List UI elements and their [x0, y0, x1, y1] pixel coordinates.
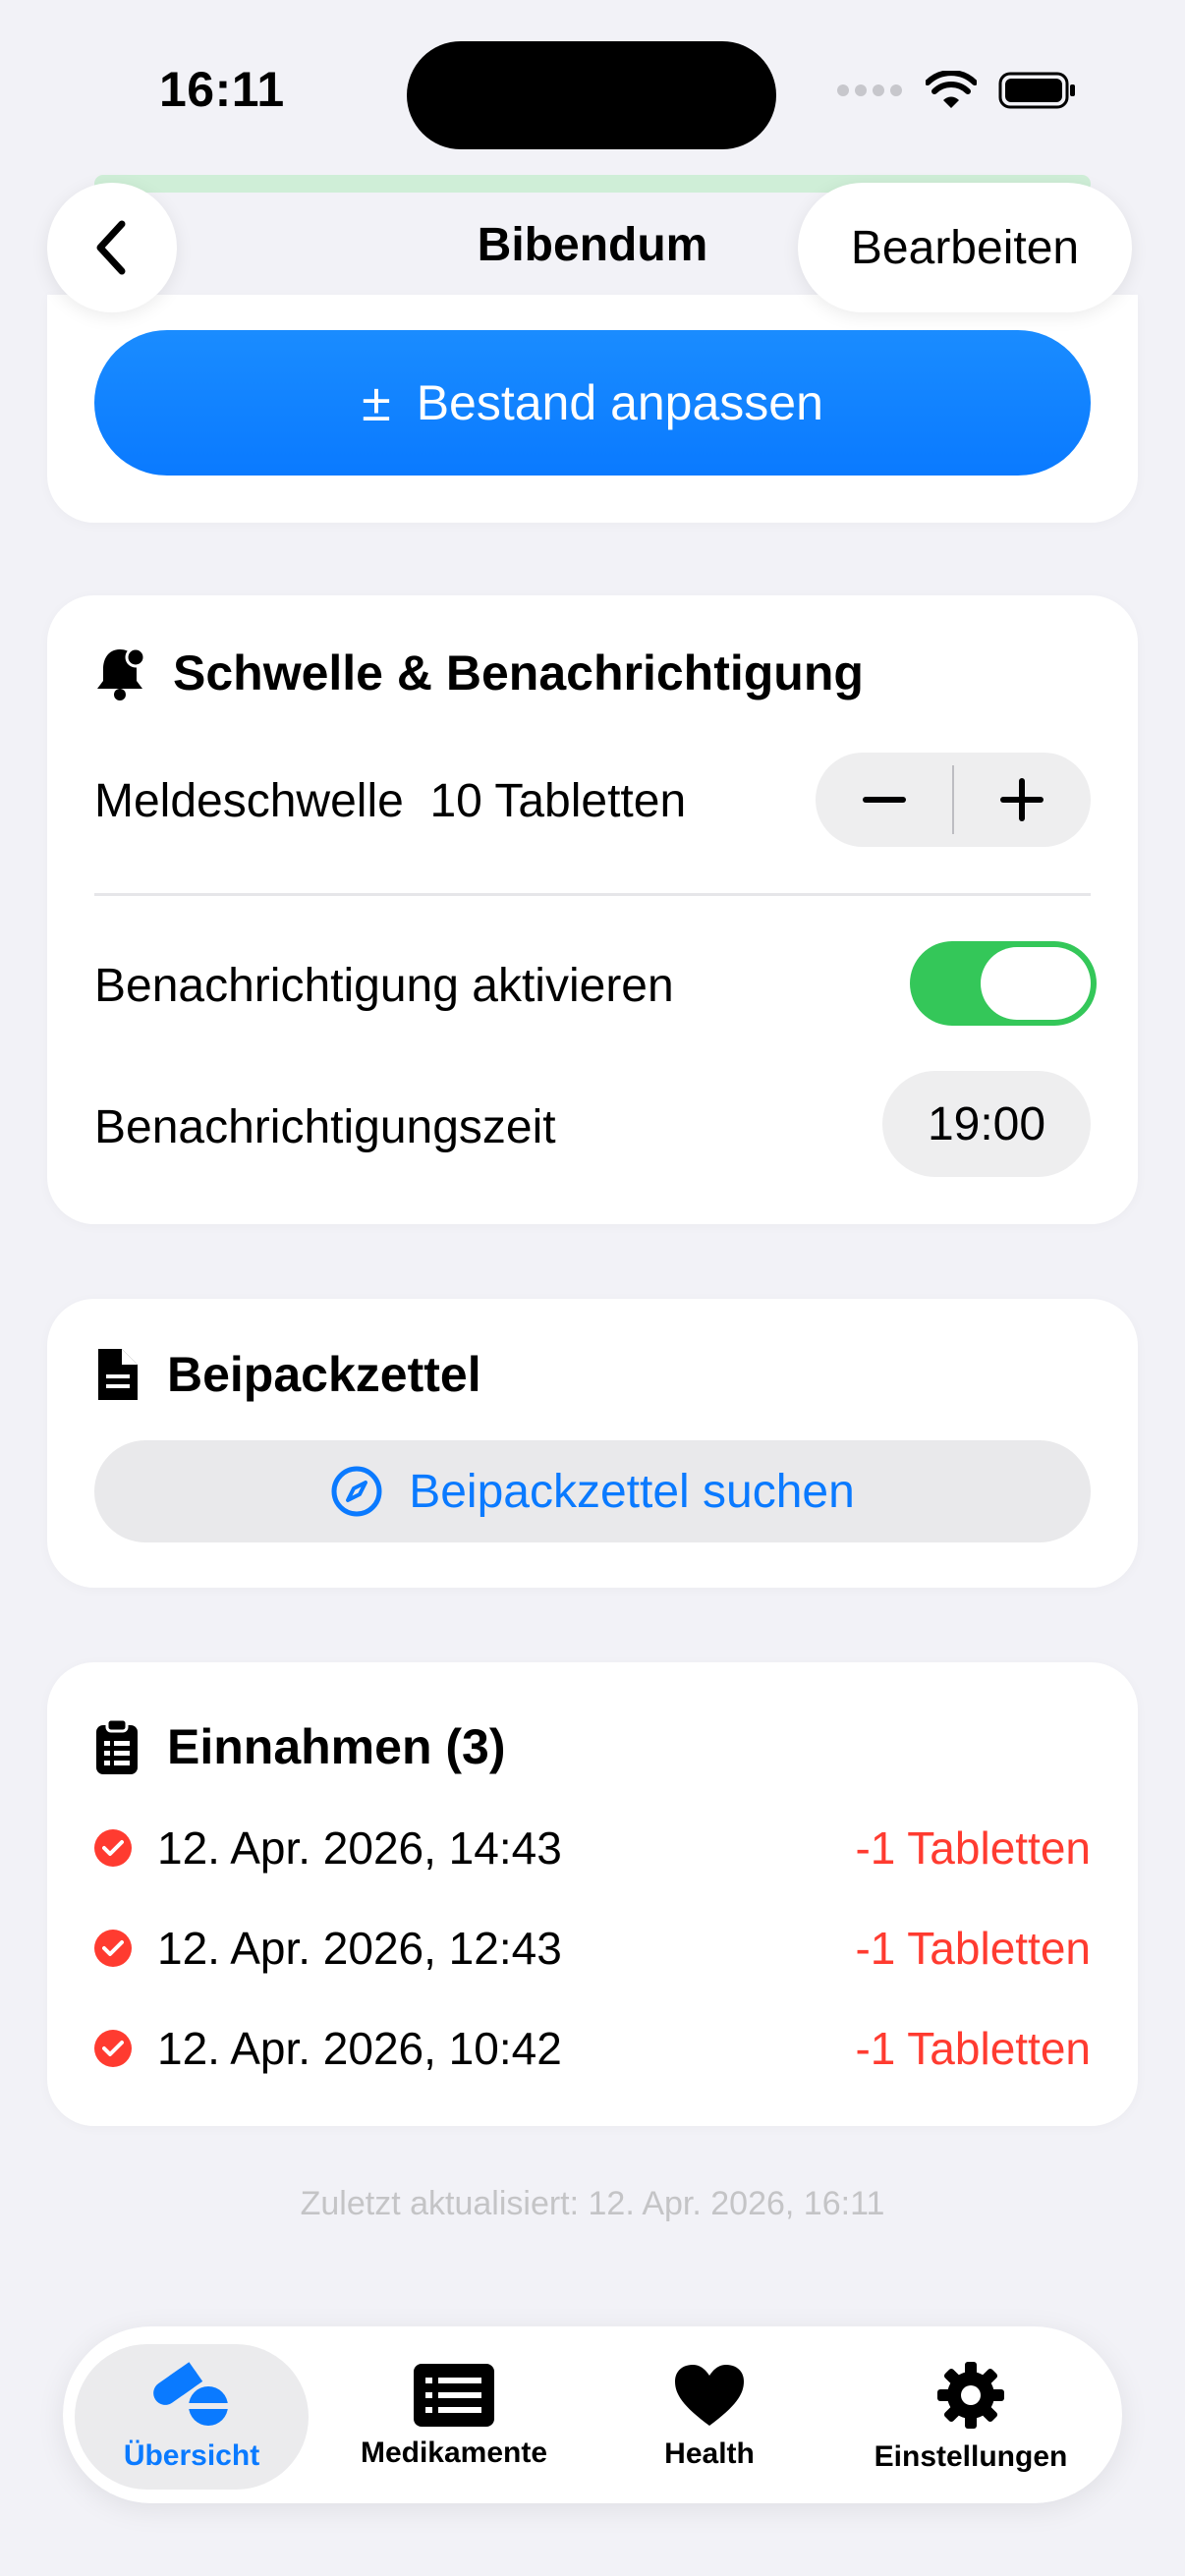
tab-health[interactable]: Health — [613, 2344, 806, 2490]
notify-time-label: Benachrichtigungszeit — [94, 1101, 556, 1153]
pills-icon — [153, 2362, 230, 2426]
intakes-section-title: Einnahmen (3) — [94, 1717, 505, 1776]
tab-overview[interactable]: Übersicht — [75, 2344, 309, 2490]
search-leaflet-label: Beipackzettel suchen — [409, 1465, 855, 1518]
minus-icon — [862, 797, 906, 803]
clipboard-icon — [96, 1717, 138, 1774]
intake-date: 12. Apr. 2026, 14:43 — [157, 1822, 562, 1874]
battery-icon — [998, 72, 1075, 109]
compass-icon — [331, 1466, 382, 1517]
threshold-value: 10 Tabletten — [429, 775, 687, 827]
threshold-label: Meldeschwelle — [94, 775, 404, 827]
search-leaflet-button[interactable]: Beipackzettel suchen — [94, 1440, 1091, 1542]
tab-health-label: Health — [664, 2437, 755, 2470]
intake-row: 12. Apr. 2026, 14:43 -1 Tabletten — [94, 1814, 1091, 1882]
notify-time-picker[interactable]: 19:00 — [882, 1071, 1091, 1177]
wifi-icon — [926, 71, 977, 108]
intake-amount: -1 Tabletten — [855, 1822, 1091, 1874]
threshold-section-title: Schwelle & Benachrichtigung — [94, 644, 864, 701]
heart-icon — [675, 2365, 744, 2426]
intake-amount: -1 Tabletten — [855, 1923, 1091, 1974]
plus-minus-icon: ± — [362, 373, 391, 432]
intakes-title: Einnahmen (3) — [167, 1719, 506, 1774]
tab-settings-label: Einstellungen — [874, 2440, 1068, 2473]
tab-medications[interactable]: Medikamente — [346, 2344, 562, 2490]
intake-date: 12. Apr. 2026, 10:42 — [157, 2023, 562, 2074]
status-time: 16:11 — [159, 62, 285, 117]
notify-label: Benachrichtigung aktivieren — [94, 960, 674, 1012]
check-circle-icon — [94, 2030, 132, 2067]
threshold-title: Schwelle & Benachrichtigung — [173, 645, 864, 700]
tab-medications-label: Medikamente — [360, 2436, 548, 2469]
intake-row: 12. Apr. 2026, 10:42 -1 Tabletten — [94, 2014, 1091, 2083]
threshold-row: Meldeschwelle 10 Tabletten — [94, 774, 686, 828]
gear-icon — [937, 2362, 1004, 2429]
divider — [94, 893, 1091, 896]
adjust-stock-button[interactable]: ± Bestand anpassen — [94, 330, 1091, 476]
check-circle-icon — [94, 1829, 132, 1867]
check-circle-icon — [94, 1930, 132, 1967]
intake-row: 12. Apr. 2026, 12:43 -1 Tabletten — [94, 1914, 1091, 1983]
document-icon — [98, 1349, 138, 1400]
decrement-button[interactable] — [816, 753, 952, 847]
bell-icon — [97, 646, 145, 700]
list-icon — [414, 2364, 494, 2427]
tab-settings[interactable]: Einstellungen — [855, 2344, 1087, 2490]
leaflet-section-title: Beipackzettel — [94, 1346, 481, 1403]
leaflet-title: Beipackzettel — [167, 1347, 481, 1402]
threshold-stepper — [816, 753, 1091, 847]
plus-icon — [1000, 778, 1044, 821]
edit-button[interactable]: Bearbeiten — [798, 183, 1132, 312]
intake-amount: -1 Tabletten — [855, 2023, 1091, 2074]
toggle-knob — [981, 947, 1091, 1020]
status-icons — [835, 71, 1077, 110]
intake-date: 12. Apr. 2026, 12:43 — [157, 1923, 562, 1974]
adjust-stock-label: Bestand anpassen — [416, 375, 823, 430]
dynamic-island — [407, 41, 776, 149]
tab-overview-label: Übersicht — [123, 2439, 260, 2472]
last-updated-text: Zuletzt aktualisiert: 12. Apr. 2026, 16:… — [300, 2185, 885, 2222]
increment-button[interactable] — [954, 753, 1091, 847]
cellular-icon — [837, 84, 902, 96]
notify-toggle[interactable] — [910, 941, 1097, 1026]
